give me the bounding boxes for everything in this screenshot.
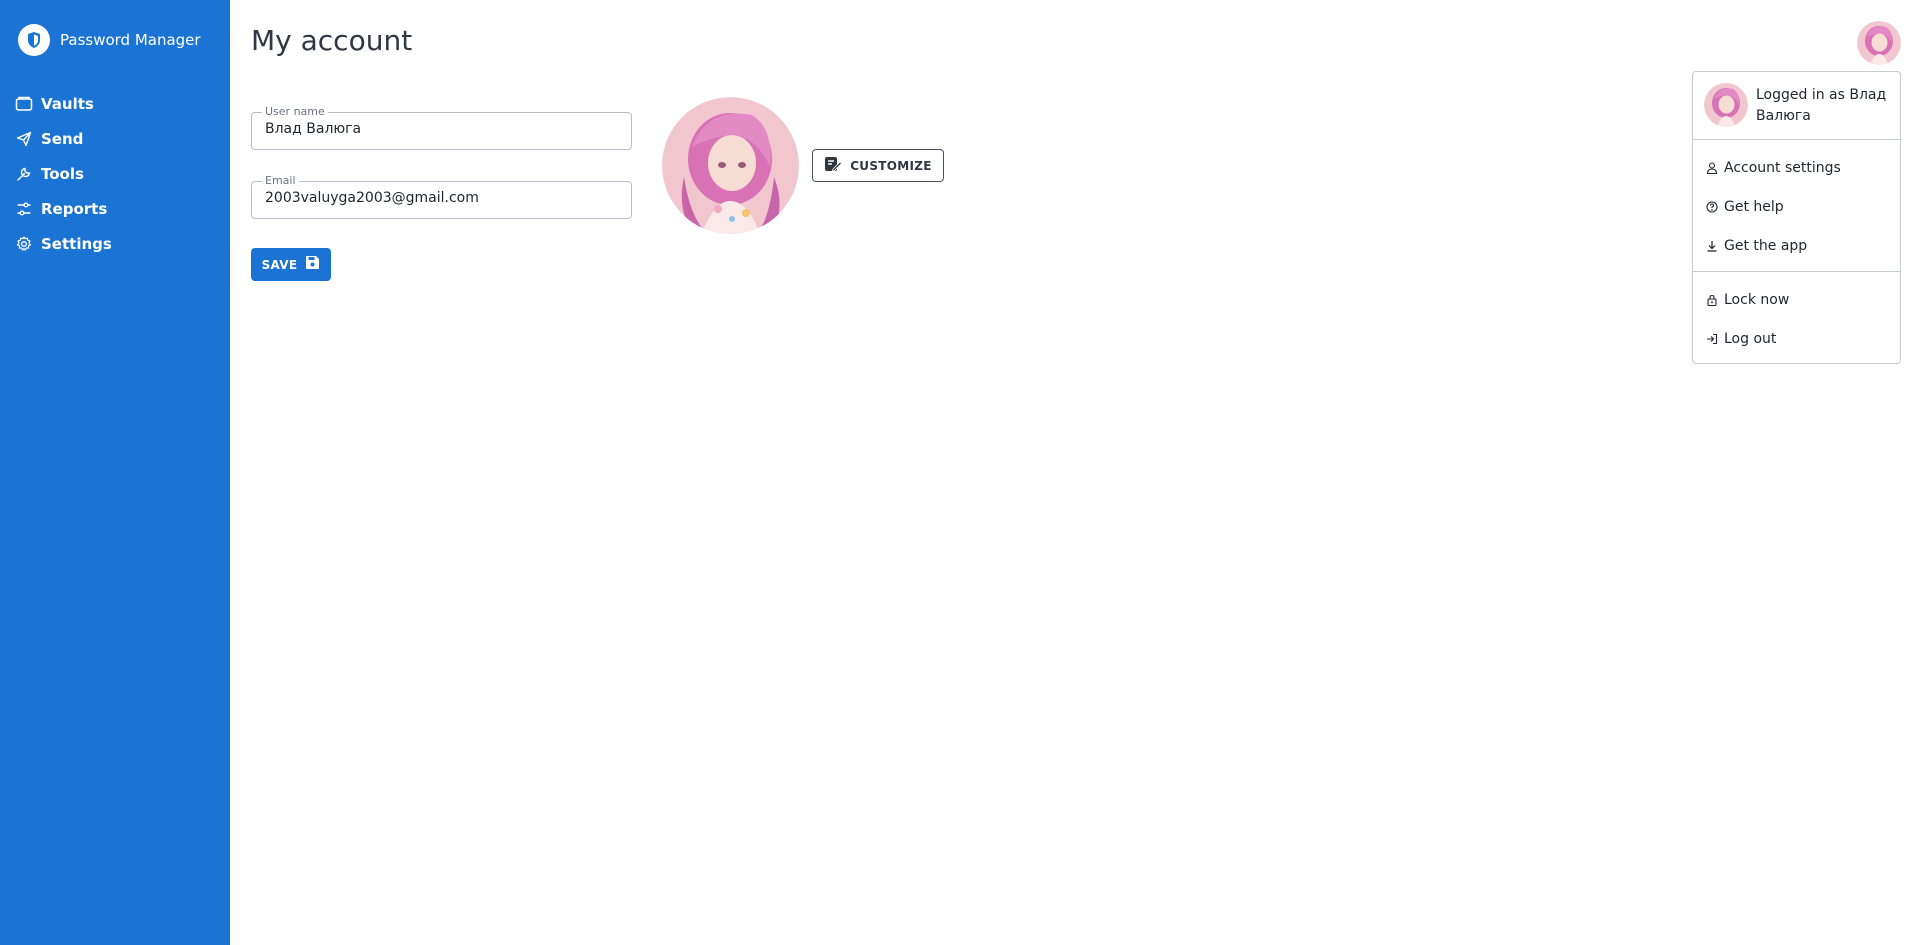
email-input[interactable] [265, 190, 620, 206]
customize-button[interactable]: CUSTOMIZE [812, 149, 944, 182]
menu-item-lock-now[interactable]: Lock now [1693, 283, 1900, 317]
sidebar-item-label: Tools [41, 164, 84, 183]
page-title: My account [251, 24, 413, 57]
username-field: User name [251, 105, 632, 150]
help-circle-icon [1706, 201, 1718, 213]
sidebar-item-reports[interactable]: Reports [0, 191, 230, 226]
menu-item-account-settings[interactable]: Account settings [1693, 151, 1900, 185]
avatar [1704, 83, 1748, 127]
download-icon [1706, 240, 1718, 252]
floppy-disk-icon [305, 255, 320, 274]
menu-item-log-out[interactable]: Log out [1693, 322, 1900, 356]
email-field: Email [251, 174, 632, 219]
menu-item-label: Log out [1724, 331, 1777, 347]
edit-document-icon [824, 156, 843, 176]
account-dropdown-menu: Logged in as Влад Валюга Account setting… [1692, 71, 1901, 364]
sidebar-item-label: Vaults [41, 94, 94, 113]
sidebar-item-send[interactable]: Send [0, 121, 230, 156]
menu-item-label: Lock now [1724, 292, 1790, 308]
username-input[interactable] [265, 121, 620, 137]
sidebar-item-settings[interactable]: Settings [0, 226, 230, 261]
menu-item-label: Get help [1724, 199, 1784, 215]
sidebar-item-label: Send [41, 129, 84, 148]
username-label: User name [262, 105, 328, 118]
vault-icon [15, 95, 33, 113]
gear-icon [15, 235, 33, 253]
app-title: Password Manager [60, 31, 201, 49]
save-button[interactable]: SAVE [251, 248, 331, 281]
brand[interactable]: Password Manager [18, 24, 201, 56]
menu-item-label: Get the app [1724, 238, 1808, 254]
lock-icon [1706, 294, 1718, 306]
sliders-icon [15, 200, 33, 218]
sidebar-item-label: Reports [41, 199, 108, 218]
logged-in-text: Logged in as Влад Валюга [1756, 87, 1887, 124]
menu-item-get-the-app[interactable]: Get the app [1693, 229, 1900, 263]
sidebar-item-vaults[interactable]: Vaults [0, 86, 230, 121]
avatar [662, 97, 799, 234]
sidebar: Password Manager Vaults Send Tools Repor… [0, 0, 230, 945]
save-button-label: SAVE [261, 257, 298, 272]
wrench-icon [15, 165, 33, 183]
menu-item-label: Account settings [1724, 160, 1841, 176]
shield-logo-icon [18, 24, 50, 56]
logout-icon [1706, 333, 1718, 345]
menu-item-get-help[interactable]: Get help [1693, 190, 1900, 224]
sidebar-nav: Vaults Send Tools Reports Settings [0, 86, 230, 261]
sidebar-item-tools[interactable]: Tools [0, 156, 230, 191]
email-label: Email [262, 174, 299, 187]
account-menu-avatar-button[interactable] [1857, 21, 1901, 65]
menu-divider [1693, 271, 1900, 272]
user-icon [1706, 162, 1718, 174]
customize-button-label: CUSTOMIZE [850, 158, 932, 173]
logged-in-header: Logged in as Влад Валюга [1693, 72, 1900, 140]
send-icon [15, 130, 33, 148]
sidebar-item-label: Settings [41, 234, 112, 253]
